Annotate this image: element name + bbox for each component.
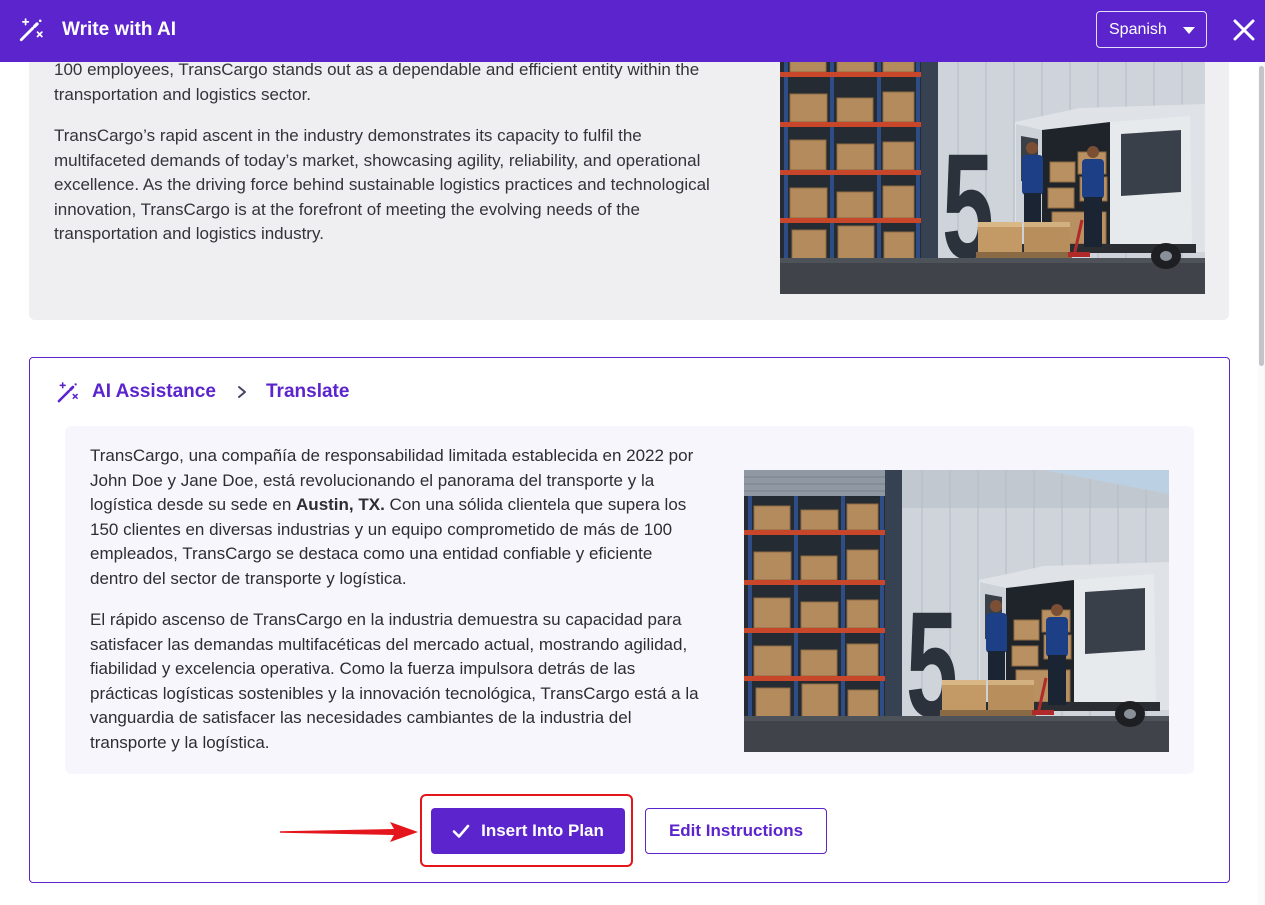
paragraph-line: innovation, TransCargo is at the forefro…	[54, 199, 640, 219]
ground	[780, 258, 1205, 294]
warehouse-shelves	[744, 470, 894, 720]
paragraph-line: TransCargo, una compañía de responsabili…	[90, 446, 694, 465]
chevron-right-icon	[238, 386, 246, 398]
ground	[744, 716, 1169, 752]
translated-text: TransCargo, una compañía de responsabili…	[90, 444, 730, 755]
paragraph-line: vanguardia de satisfacer las necesidades…	[90, 708, 632, 727]
paragraph-line: multifaceted demands of today’s market, …	[54, 150, 701, 170]
ai-assistance-card: AI Assistance Translate TransCargo, una …	[29, 357, 1230, 883]
breadcrumb-ai-assistance[interactable]: AI Assistance	[92, 381, 216, 403]
checkmark-icon	[452, 824, 470, 838]
paragraph-line: transportation and logistics sector.	[54, 84, 312, 104]
dialog-header: Write with AI Spanish	[0, 0, 1265, 62]
edit-instructions-label: Edit Instructions	[668, 821, 804, 840]
edit-instructions-button[interactable]: Edit Instructions	[645, 808, 827, 854]
magic-wand-icon	[57, 382, 78, 403]
language-select-value: Spanish	[1109, 21, 1167, 38]
language-select[interactable]: Spanish	[1096, 11, 1207, 48]
annotation-arrow-icon	[280, 822, 418, 842]
translated-photo: 5	[744, 470, 1169, 752]
translated-paragraph: El rápido ascenso de TransCargo en la in…	[90, 608, 730, 755]
source-paragraph: 100 employees, TransCargo stands out as …	[54, 58, 769, 107]
caret-down-icon	[1183, 27, 1195, 34]
warehouse-delivery-photo: 5	[744, 470, 1169, 752]
paragraph-line: excellence. As the driving force behind …	[54, 175, 710, 194]
paragraph-line: El rápido ascenso de TransCargo en la in…	[90, 610, 682, 629]
line-segment: Con una sólida clientela que supera los	[384, 495, 687, 514]
paragraph-line: logística desde su sede en Austin, TX. C…	[90, 493, 730, 518]
paragraph-line: 150 clientes en diversas industrias y un…	[90, 519, 673, 539]
paragraph-line: empleados, TransCargo se destaca como un…	[90, 544, 653, 563]
translated-paragraph: TransCargo, una compañía de responsabili…	[90, 444, 730, 591]
source-text: 100 employees, TransCargo stands out as …	[54, 58, 769, 247]
location-emphasis: Austin, TX.	[296, 495, 385, 514]
paragraph-line: transportation and logistics industry.	[54, 224, 324, 243]
close-icon	[1233, 19, 1255, 41]
magic-wand-icon	[19, 18, 43, 42]
paragraph-line: John Doe y Jane Doe, está revolucionando…	[90, 470, 655, 490]
source-paragraph: TransCargo’s rapid ascent in the industr…	[54, 124, 769, 247]
translation-result: TransCargo, una compañía de responsabili…	[65, 426, 1194, 774]
vertical-scrollbar[interactable]	[1258, 62, 1265, 905]
paragraph-line: satisfacer las demandas multifacéticas d…	[90, 634, 688, 654]
line-segment: logística desde su sede en	[90, 495, 297, 514]
paragraph-line: transporte y la logística.	[90, 732, 270, 752]
door-frame	[885, 470, 902, 722]
paragraph-line: TransCargo’s rapid ascent in the industr…	[54, 126, 642, 145]
paragraph-line: fiabilidad y excelencia operativa. Como …	[90, 659, 636, 678]
breadcrumb-translate: Translate	[266, 381, 350, 402]
close-button[interactable]	[1233, 19, 1255, 41]
write-with-ai-dialog: Write with AI Spanish 100 employees, Tra…	[0, 0, 1265, 905]
insert-into-plan-button[interactable]: Insert Into Plan	[431, 808, 625, 854]
scrollbar-thumb[interactable]	[1259, 66, 1264, 366]
paragraph-line: dentro del sector de transporte y logíst…	[90, 568, 407, 588]
dialog-title: Write with AI	[62, 19, 176, 40]
paragraph-line: prácticas logísticas sostenibles y la in…	[90, 683, 699, 703]
insert-into-plan-label: Insert Into Plan	[481, 821, 604, 840]
